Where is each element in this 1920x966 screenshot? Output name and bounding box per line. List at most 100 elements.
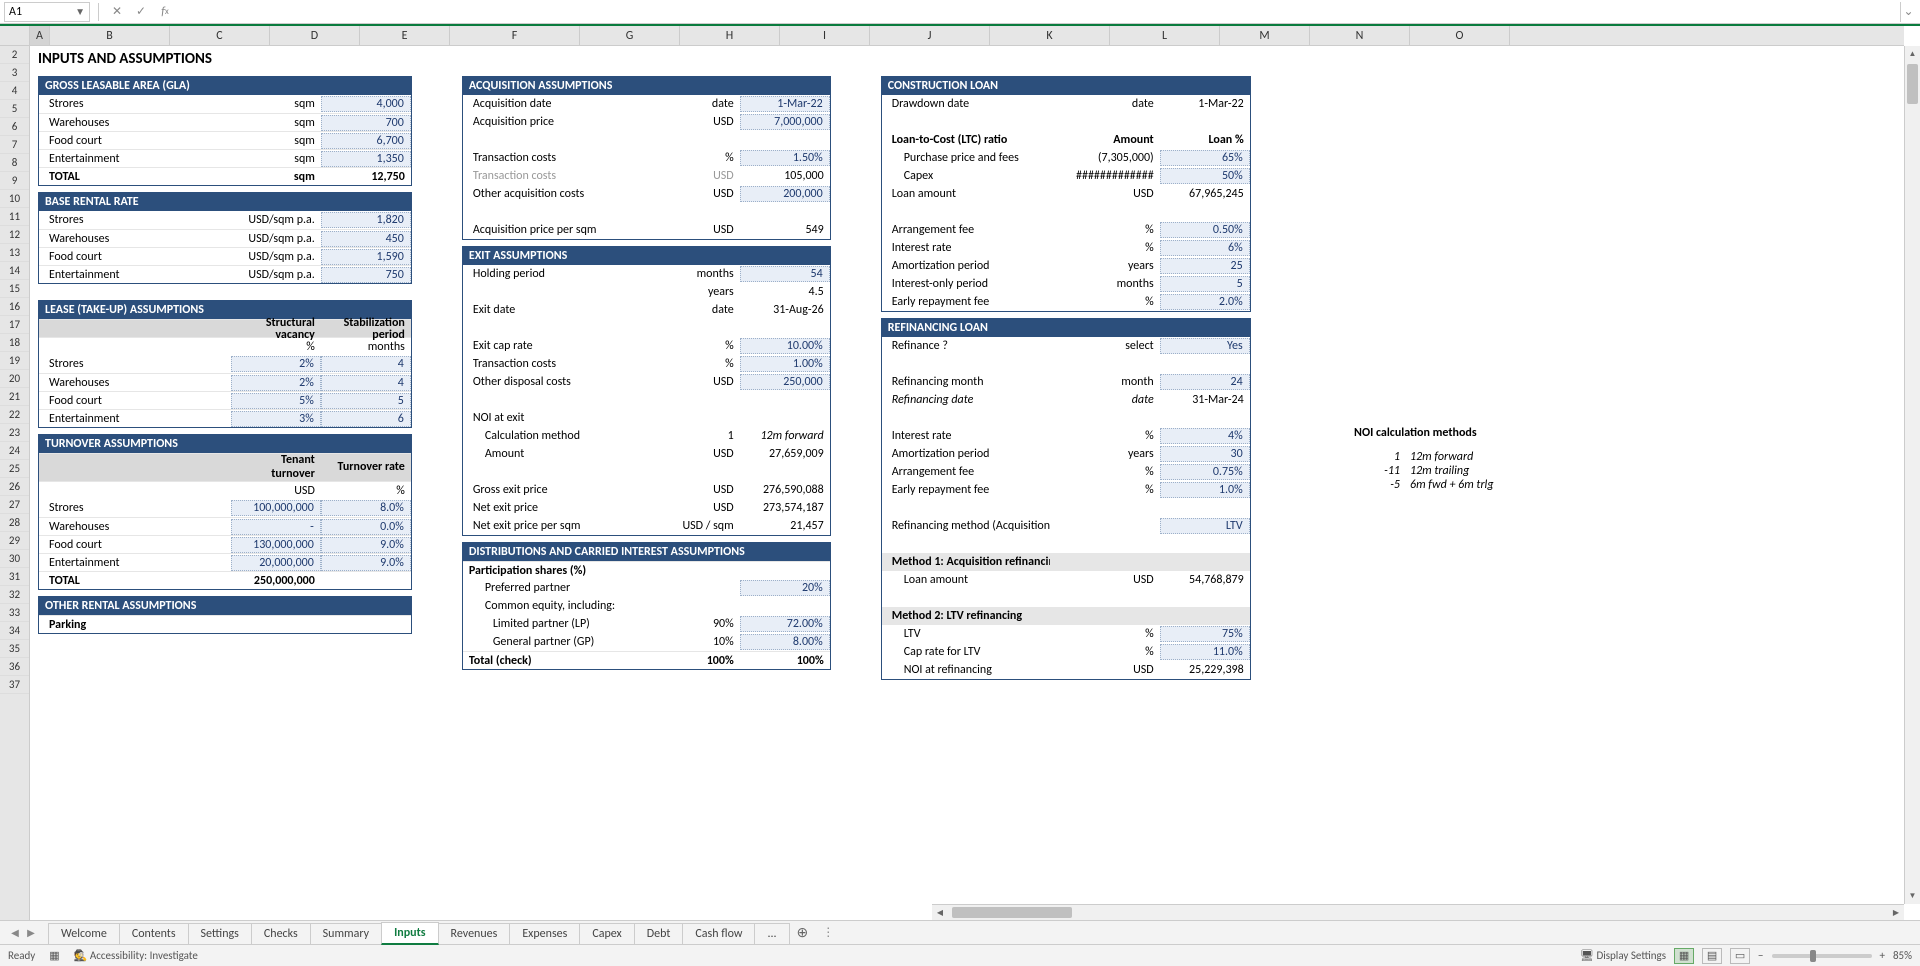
- row-value[interactable]: 3%: [231, 411, 321, 427]
- zoom-slider[interactable]: [1772, 954, 1872, 958]
- row-value[interactable]: 4: [321, 375, 411, 391]
- row-header[interactable]: 18: [0, 334, 29, 352]
- row-value[interactable]: 1,350: [321, 151, 411, 167]
- accessibility-status[interactable]: 🕵 Accessibility: Investigate: [74, 949, 198, 962]
- macro-record-icon[interactable]: ▦: [49, 949, 59, 962]
- sheet-tab[interactable]: Welcome: [48, 923, 120, 944]
- row-value[interactable]: 54: [740, 266, 830, 282]
- row-header[interactable]: 16: [0, 298, 29, 316]
- display-settings[interactable]: 🖥 Display Settings: [1580, 949, 1666, 962]
- row-header[interactable]: 15: [0, 280, 29, 298]
- column-header[interactable]: E: [360, 26, 450, 45]
- row-value[interactable]: 1.0%: [1160, 482, 1250, 498]
- row-value[interactable]: 8.0%: [321, 500, 411, 516]
- sheet-tab[interactable]: Cash flow: [682, 923, 755, 944]
- scroll-left-icon[interactable]: ◀: [932, 905, 948, 920]
- row-header[interactable]: 14: [0, 262, 29, 280]
- row-value[interactable]: 2%: [231, 375, 321, 391]
- row-header[interactable]: 26: [0, 478, 29, 496]
- row-header[interactable]: 7: [0, 136, 29, 154]
- row-header[interactable]: 34: [0, 622, 29, 640]
- column-header[interactable]: A: [30, 26, 50, 45]
- tab-prev-icon[interactable]: ◀: [8, 926, 22, 939]
- row-value[interactable]: 6: [321, 411, 411, 427]
- sheet-tab[interactable]: Contents: [119, 923, 189, 944]
- column-header[interactable]: J: [870, 26, 990, 45]
- scroll-thumb[interactable]: [1907, 64, 1918, 104]
- row-header[interactable]: 32: [0, 586, 29, 604]
- row-value[interactable]: 1.00%: [740, 356, 830, 372]
- column-header[interactable]: K: [990, 26, 1110, 45]
- expand-formula-bar-icon[interactable]: ⌄: [1900, 2, 1916, 22]
- row-value[interactable]: 200,000: [740, 186, 830, 202]
- sheet-tab[interactable]: Capex: [579, 923, 634, 944]
- row-value[interactable]: 6%: [1160, 240, 1250, 256]
- row-header[interactable]: 23: [0, 424, 29, 442]
- row-value[interactable]: 1.50%: [740, 150, 830, 166]
- row-value[interactable]: 9.0%: [321, 537, 411, 553]
- row-value[interactable]: 0.75%: [1160, 464, 1250, 480]
- zoom-knob[interactable]: [1810, 950, 1816, 962]
- enter-icon[interactable]: ✓: [131, 2, 151, 22]
- row-value[interactable]: 4: [321, 356, 411, 372]
- row-value[interactable]: 130,000,000: [231, 537, 321, 553]
- vertical-scrollbar[interactable]: ▲ ▼: [1904, 46, 1920, 904]
- row-value[interactable]: 100,000,000: [231, 500, 321, 516]
- row-header[interactable]: 27: [0, 496, 29, 514]
- scroll-down-icon[interactable]: ▼: [1905, 888, 1920, 904]
- row-value[interactable]: 250,000: [740, 374, 830, 390]
- column-header[interactable]: F: [450, 26, 580, 45]
- row-value[interactable]: 24: [1160, 374, 1250, 390]
- tab-next-icon[interactable]: ▶: [24, 926, 38, 939]
- row-header[interactable]: 22: [0, 406, 29, 424]
- row-value[interactable]: 5: [1160, 276, 1250, 292]
- cells-viewport[interactable]: INPUTS AND ASSUMPTIONS GROSS LEASABLE AR…: [30, 46, 1904, 904]
- row-header[interactable]: 6: [0, 118, 29, 136]
- scroll-up-icon[interactable]: ▲: [1905, 46, 1920, 62]
- row-header[interactable]: 35: [0, 640, 29, 658]
- row-value[interactable]: Yes: [1160, 338, 1250, 354]
- row-value[interactable]: 2.0%: [1160, 294, 1250, 310]
- row-value[interactable]: 72.00%: [740, 616, 830, 632]
- row-header[interactable]: 37: [0, 676, 29, 694]
- row-value[interactable]: 50%: [1160, 168, 1250, 184]
- column-header[interactable]: I: [780, 26, 870, 45]
- row-value[interactable]: 750: [321, 267, 411, 283]
- row-header[interactable]: 31: [0, 568, 29, 586]
- row-value[interactable]: 450: [321, 231, 411, 247]
- column-header[interactable]: C: [170, 26, 270, 45]
- row-header[interactable]: 24: [0, 442, 29, 460]
- column-header[interactable]: L: [1110, 26, 1220, 45]
- row-value[interactable]: 9.0%: [321, 555, 411, 571]
- cancel-icon[interactable]: ✕: [107, 2, 127, 22]
- add-sheet-icon[interactable]: ⊕: [789, 924, 817, 941]
- row-header[interactable]: 9: [0, 172, 29, 190]
- sheet-tab[interactable]: Inputs: [381, 922, 438, 945]
- row-header[interactable]: 30: [0, 550, 29, 568]
- row-value[interactable]: 4%: [1160, 428, 1250, 444]
- row-value[interactable]: 10.00%: [740, 338, 830, 354]
- normal-view-icon[interactable]: ▦: [1674, 948, 1694, 964]
- row-value[interactable]: 20%: [740, 580, 830, 596]
- column-header[interactable]: D: [270, 26, 360, 45]
- row-value[interactable]: 20,000,000: [231, 555, 321, 571]
- name-box[interactable]: A1 ▼: [4, 2, 90, 22]
- row-header[interactable]: 33: [0, 604, 29, 622]
- sheet-tab[interactable]: ...: [754, 923, 789, 944]
- row-value[interactable]: 0.0%: [321, 519, 411, 535]
- sheet-tab[interactable]: Checks: [251, 923, 311, 944]
- row-value[interactable]: 700: [321, 115, 411, 131]
- row-header[interactable]: 3: [0, 64, 29, 82]
- row-header[interactable]: 28: [0, 514, 29, 532]
- row-value[interactable]: 6,700: [321, 133, 411, 149]
- row-header[interactable]: 13: [0, 244, 29, 262]
- row-header[interactable]: 2: [0, 46, 29, 64]
- row-value[interactable]: 4,000: [321, 96, 411, 112]
- column-header[interactable]: O: [1410, 26, 1510, 45]
- name-box-dropdown-icon[interactable]: ▼: [75, 5, 85, 18]
- row-header[interactable]: 20: [0, 370, 29, 388]
- zoom-in-icon[interactable]: +: [1880, 949, 1885, 962]
- row-header[interactable]: 29: [0, 532, 29, 550]
- sheet-tab[interactable]: Expenses: [509, 923, 580, 944]
- column-header[interactable]: N: [1310, 26, 1410, 45]
